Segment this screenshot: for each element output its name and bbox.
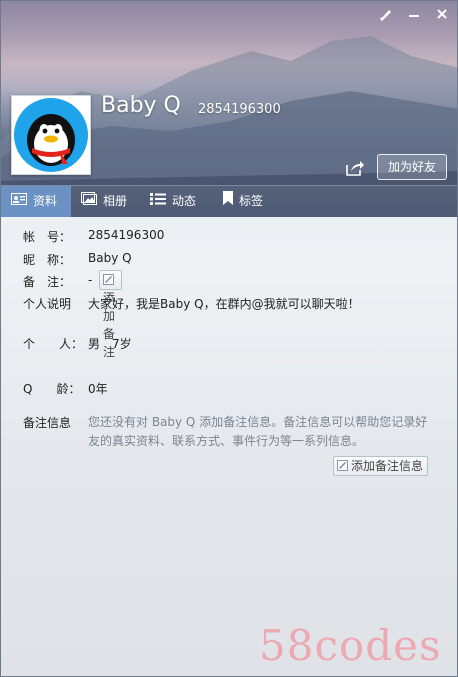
add-note-info-label: 添加备注信息 bbox=[351, 459, 424, 473]
profile-qq-number: 2854196300 bbox=[198, 102, 281, 117]
account-value: 2854196300 bbox=[88, 228, 165, 242]
qage-label: Q 龄： bbox=[23, 382, 81, 396]
qage-value: 0年 bbox=[88, 382, 108, 396]
penguin-avatar-icon bbox=[14, 98, 88, 172]
share-icon bbox=[346, 161, 364, 176]
tab-feed[interactable]: 动态 bbox=[150, 186, 196, 217]
tab-tags[interactable]: 标签 bbox=[223, 186, 263, 217]
tab-label: 动态 bbox=[172, 194, 197, 208]
edit-note-icon bbox=[337, 458, 348, 471]
note-info-label: 备注信息 bbox=[23, 416, 72, 430]
remark-label: 备 注： bbox=[23, 275, 72, 289]
remark-value: - bbox=[88, 273, 93, 287]
note-info-text: 您还没有对 Baby Q 添加备注信息。备注信息可以帮助您记录好友的真实资料、联… bbox=[88, 415, 428, 448]
person-label: 个 人： bbox=[23, 337, 84, 351]
bio-label: 个人说明 bbox=[23, 297, 72, 311]
profile-card-icon bbox=[11, 186, 27, 217]
add-remark-button[interactable]: 添加备注 bbox=[99, 270, 122, 359]
skin-brush-button[interactable] bbox=[377, 7, 395, 25]
add-friend-button[interactable]: 加为好友 bbox=[377, 154, 447, 180]
bio-value: 大家好，我是Baby Q，在群内@我就可以聊天啦！ bbox=[88, 297, 360, 311]
profile-nickname: Baby Q bbox=[101, 93, 181, 118]
avatar[interactable] bbox=[11, 95, 91, 175]
add-note-info-button[interactable]: 添加备注信息 bbox=[333, 456, 429, 476]
close-icon bbox=[437, 9, 447, 19]
feed-list-icon bbox=[150, 186, 166, 217]
brush-icon bbox=[380, 10, 391, 21]
nickname-value: Baby Q bbox=[88, 251, 132, 265]
tab-album[interactable]: 相册 bbox=[81, 186, 127, 217]
tab-label: 资料 bbox=[33, 194, 58, 208]
nickname-label: 昵 称： bbox=[23, 253, 72, 267]
minimize-icon bbox=[409, 15, 419, 17]
minimize-button[interactable] bbox=[405, 7, 423, 25]
person-value: 男 7岁 bbox=[88, 337, 132, 351]
bookmark-icon bbox=[223, 186, 233, 217]
account-label: 帐 号： bbox=[23, 230, 72, 244]
profile-tabs: 资料 相册 动态 标签 bbox=[1, 185, 457, 217]
tab-label: 标签 bbox=[239, 194, 264, 208]
close-button[interactable] bbox=[433, 7, 451, 25]
profile-header-banner: Baby Q 2854196300 加为好友 bbox=[1, 1, 457, 185]
share-button[interactable] bbox=[345, 159, 365, 177]
edit-note-icon bbox=[103, 272, 114, 285]
tab-label: 相册 bbox=[103, 194, 128, 208]
tab-profile[interactable]: 资料 bbox=[1, 186, 71, 217]
photo-album-icon bbox=[81, 186, 97, 217]
watermark: 58codes bbox=[259, 621, 442, 670]
profile-window: Baby Q 2854196300 加为好友 资料 相册 动态 标签 帐 号： … bbox=[0, 0, 458, 677]
